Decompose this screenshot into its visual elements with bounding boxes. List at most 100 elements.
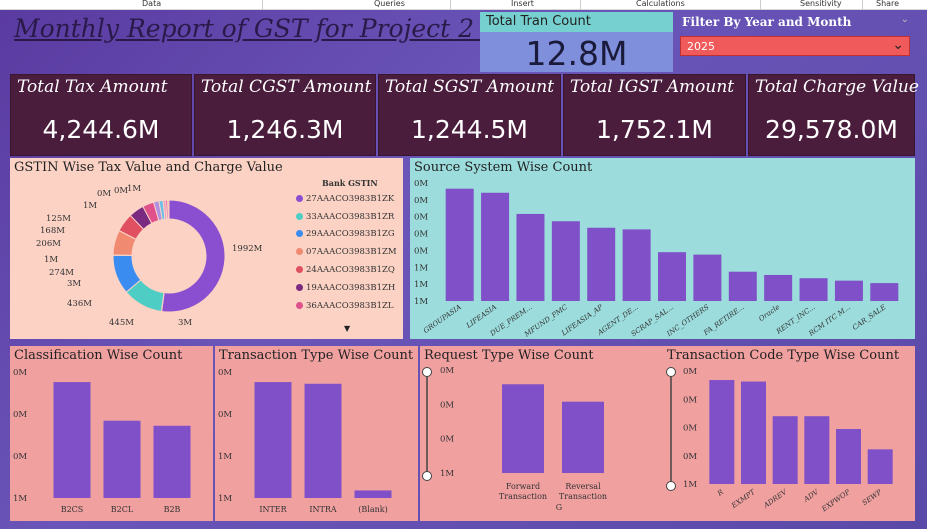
donut-data-label: 206M — [36, 239, 61, 249]
legend-item[interactable]: 27AAACO3983B1ZK — [296, 194, 394, 204]
donut-data-label: 274M — [49, 268, 74, 278]
donut-data-label: 168M — [40, 226, 65, 236]
menu-queries[interactable]: Queries — [374, 0, 405, 8]
x-tick-label: Forward — [506, 482, 540, 491]
bar — [354, 490, 392, 498]
legend-item[interactable]: 07AAACO3983B1ZM — [296, 247, 397, 257]
source-system-bar-chart: 1M1M1M0M0M0M0M0MGROUPASIA LIFEASIADUE_PRE… — [414, 179, 899, 339]
classification-panel: Classification Wise Count 1M 0M 0M 0M B2CS B2… — [10, 346, 213, 521]
legend-label: 24AAACO3983B1ZQ — [306, 265, 395, 275]
bar — [834, 280, 863, 301]
y-tick-label: 0M — [218, 410, 232, 420]
menu-calculations[interactable]: Calculations — [636, 0, 685, 8]
filter-label: Filter By Year and Month — [682, 15, 852, 29]
donut-data-label: 125M — [46, 214, 71, 224]
x-tick-label: Transaction — [499, 492, 547, 501]
legend-scroll-down-icon[interactable]: ▼ — [344, 324, 350, 333]
bar — [622, 229, 651, 301]
bar — [772, 416, 798, 484]
x-tick-label: CAR_SALE — [851, 303, 887, 332]
y-tick-label: 0M — [683, 452, 697, 462]
zoom-slider-handle — [666, 481, 676, 491]
bar — [709, 380, 735, 484]
page-title: Monthly Report of GST for Project 2 : — [14, 14, 491, 43]
legend-label: 36AAACO3983B1ZL — [306, 301, 394, 311]
menu-data[interactable]: Data — [142, 0, 161, 8]
donut-data-label: 1M — [44, 255, 58, 265]
donut-data-label: 0M — [97, 189, 111, 199]
menu-share[interactable]: Share — [876, 0, 899, 8]
legend-dot — [296, 266, 303, 273]
legend-label: 29AAACO3983B1ZG — [306, 229, 395, 239]
kpi-value: 29,578.0M — [765, 115, 898, 144]
donut-data-label: 1M — [83, 201, 97, 211]
tran-count-card: Total Tran Count 12.8M — [480, 12, 673, 73]
y-tick-label: 0M — [440, 366, 454, 376]
menu-insert[interactable]: Insert — [511, 0, 534, 8]
legend-dot — [296, 230, 303, 237]
x-tick-label: LIFEASIA — [464, 303, 498, 330]
classification-bar-chart: 1M 0M 0M 0M B2CS B2CL B2B — [13, 368, 191, 514]
gstin-chart-panel: GSTIN Wise Tax Value and Charge Value 19… — [10, 158, 403, 339]
y-tick-label: 0M — [440, 400, 454, 410]
legend-item[interactable]: 24AAACO3983B1ZQ — [296, 265, 395, 275]
kpi-total-cgst: Total CGST Amount 1,246.3M — [194, 74, 376, 156]
legend-label: 19AAACO3983B1ZH — [306, 283, 396, 293]
bar — [53, 382, 91, 498]
x-tick-label: Oracle — [757, 303, 781, 323]
x-tick-label: Reversal — [565, 482, 601, 491]
menu-divider — [580, 0, 581, 10]
y-tick-label: 1M — [414, 263, 428, 273]
zoom-slider-handle — [422, 367, 432, 377]
y-tick-label: 0M — [13, 452, 27, 462]
chevron-down-icon[interactable]: ⌄ — [892, 37, 904, 53]
legend-item[interactable]: 29AAACO3983B1ZG — [296, 229, 395, 239]
bar — [481, 192, 510, 301]
x-axis-title: G — [556, 503, 562, 512]
bar — [658, 252, 686, 301]
y-tick-label: 0M — [414, 196, 428, 206]
y-tick-label: 0M — [683, 395, 697, 405]
legend-label: 07AAACO3983B1ZM — [306, 247, 397, 257]
kpi-label: Total CGST Amount — [201, 77, 372, 97]
x-tick-label: R — [715, 488, 725, 499]
bar — [741, 381, 766, 484]
y-tick-label: 0M — [683, 424, 697, 434]
bar — [870, 283, 899, 301]
y-tick-label: 1M — [683, 480, 697, 490]
x-tick-label: ADV — [802, 488, 821, 505]
legend-item[interactable]: 36AAACO3983B1ZL — [296, 301, 394, 311]
bar — [551, 221, 580, 301]
chevron-down-icon[interactable]: ⌄ — [901, 14, 909, 25]
bar — [562, 401, 604, 473]
transaction-code-bar-chart: 1M 0M 0M 0M 0M R EXMPT ADREV ADV EXPWOP SEWP — [666, 367, 893, 514]
donut-data-label: 1M — [127, 184, 141, 194]
transaction-type-panel: Transaction Type Wise Count 1M 1M 0M 0M INTE… — [215, 346, 418, 521]
y-tick-label: 0M — [683, 367, 697, 377]
legend-label: 27AAACO3983B1ZK — [306, 194, 395, 204]
y-tick-label: 0M — [414, 179, 428, 189]
x-tick-label: INTER — [259, 505, 287, 514]
legend-label: 33AAACO3983B1ZR — [306, 212, 395, 222]
x-tick-label: B2CS — [61, 505, 84, 514]
bar — [502, 384, 544, 473]
legend-item[interactable]: 19AAACO3983B1ZH — [296, 283, 395, 293]
y-tick-label: 1M — [414, 280, 428, 290]
ribbon-menubar: Data Queries Insert Calculations Sensiti… — [0, 0, 927, 10]
filter-select[interactable]: 2025 ⌄ — [680, 36, 910, 56]
menu-sensitivity[interactable]: Sensitivity — [800, 0, 842, 8]
y-tick-label: 0M — [414, 246, 428, 256]
bar — [728, 271, 757, 301]
bar — [103, 420, 141, 498]
x-tick-label: (Blank) — [358, 505, 387, 514]
kpi-label: Total IGST Amount — [570, 77, 735, 97]
kpi-total-tax: Total Tax Amount 4,244.6M — [10, 74, 192, 156]
menu-divider — [760, 0, 761, 10]
donut-data-label: 445M — [109, 318, 134, 328]
legend-item[interactable]: 33AAACO3983B1ZR — [296, 212, 394, 222]
y-tick-label: 1M — [218, 452, 232, 462]
kpi-value: 1,246.3M — [226, 115, 344, 144]
x-tick-label: B2CL — [111, 505, 134, 514]
bar — [804, 416, 830, 484]
donut-slice — [161, 199, 226, 313]
